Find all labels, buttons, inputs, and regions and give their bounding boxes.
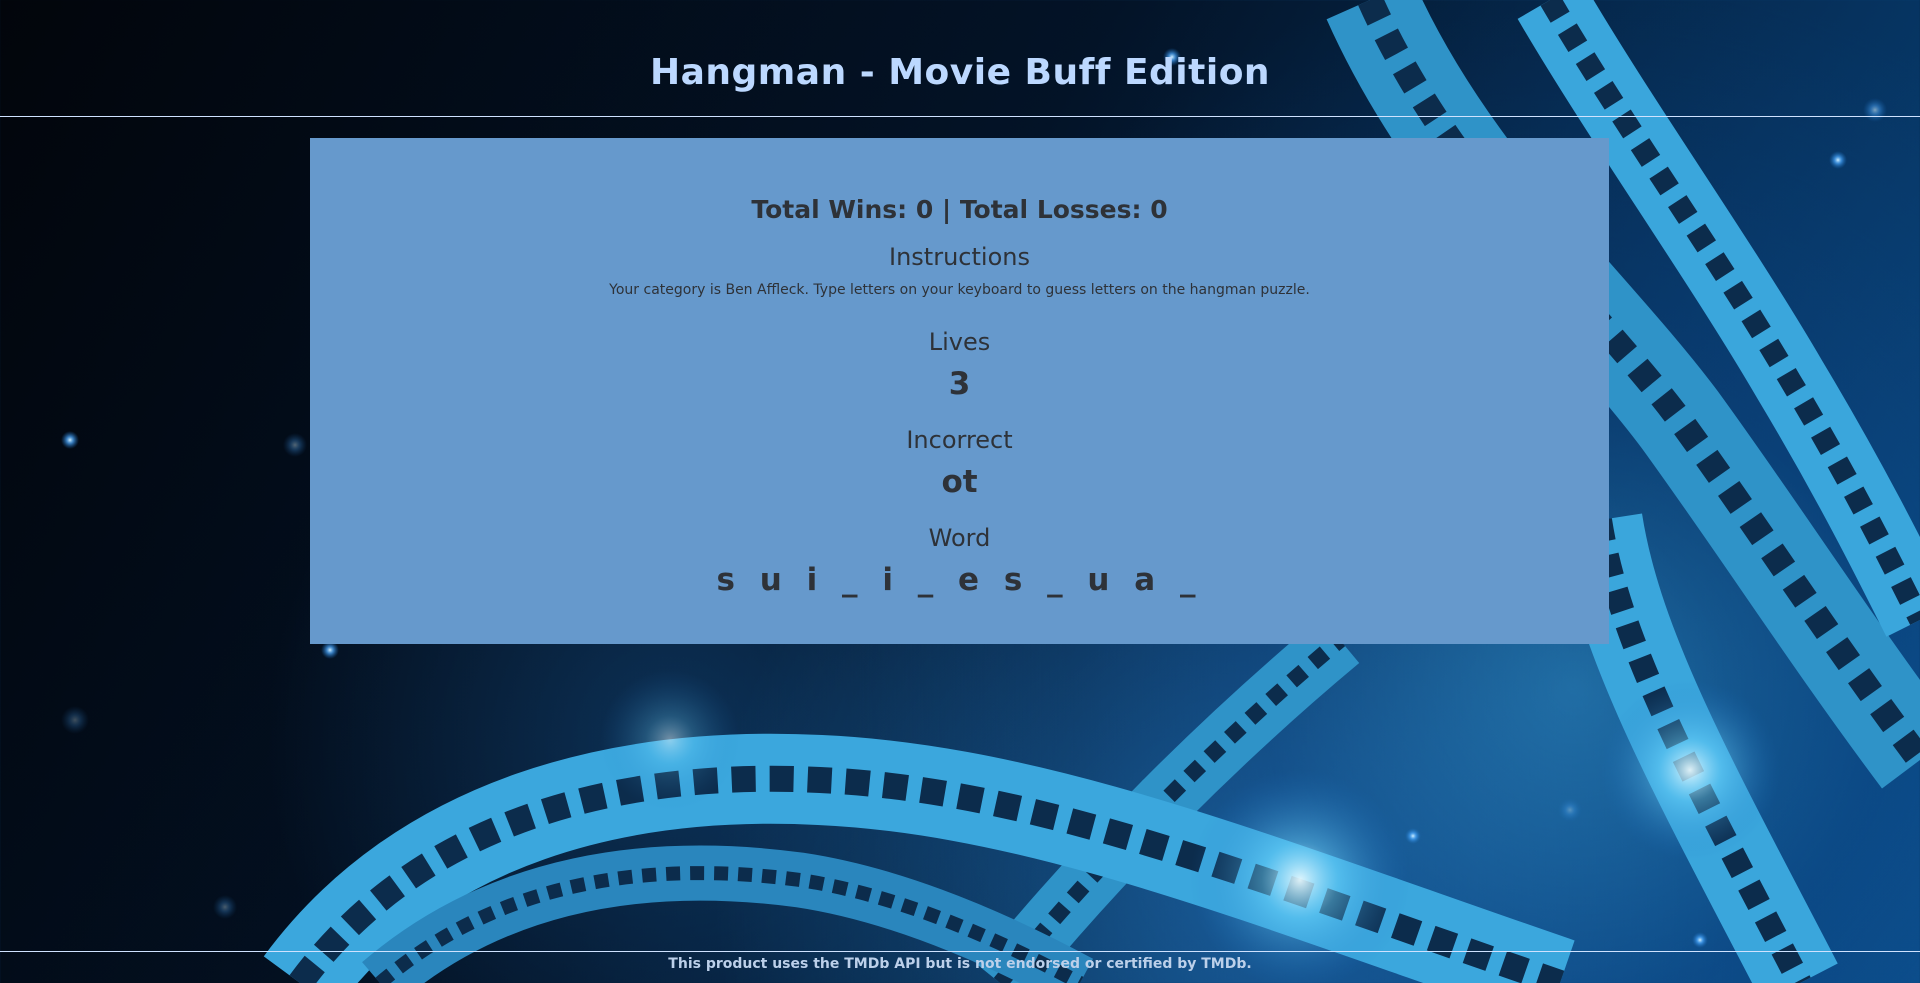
instructions-text: Your category is Ben Affleck. Type lette… <box>609 282 1310 298</box>
instructions-heading: Instructions <box>889 243 1030 271</box>
footer-text: This product uses the TMDb API but is no… <box>668 956 1252 972</box>
game-panel: Total Wins: 0 | Total Losses: 0 Instruct… <box>310 138 1609 644</box>
word-heading: Word <box>928 524 991 552</box>
incorrect-letters: ot <box>941 464 978 500</box>
incorrect-heading: Incorrect <box>906 426 1013 454</box>
page-footer: This product uses the TMDb API but is no… <box>0 951 1920 983</box>
word-puzzle: s u i _ i _ e s _ u a _ <box>716 562 1203 598</box>
lives-value: 3 <box>948 366 971 402</box>
page-header: Hangman - Movie Buff Edition <box>0 0 1920 117</box>
lives-heading: Lives <box>928 328 991 356</box>
score-text: Total Wins: 0 | Total Losses: 0 <box>751 195 1168 224</box>
page-title: Hangman - Movie Buff Edition <box>649 52 1271 93</box>
